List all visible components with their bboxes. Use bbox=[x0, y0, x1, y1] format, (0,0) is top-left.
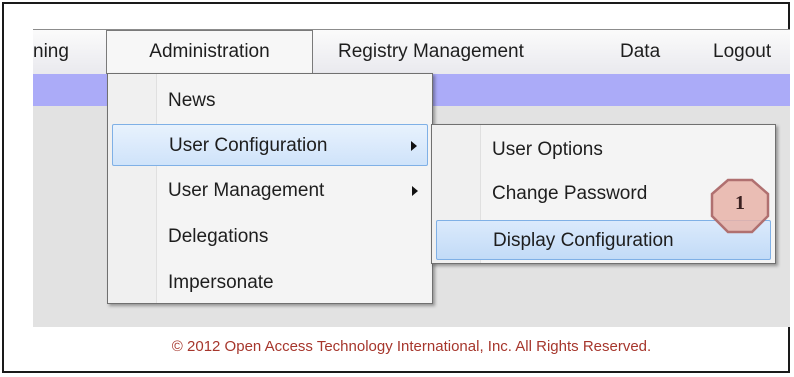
menu-item-logout[interactable]: Logout bbox=[713, 30, 771, 74]
step-callout-badge: 1 bbox=[710, 178, 770, 234]
copyright-footer: © 2012 Open Access Technology Internatio… bbox=[171, 338, 652, 355]
dropdown-item-impersonate[interactable]: Impersonate bbox=[112, 262, 428, 304]
menu-item-administration[interactable]: Administration bbox=[106, 30, 313, 74]
submenu-item-label: Display Configuration bbox=[493, 230, 674, 251]
menu-item-training[interactable]: ning bbox=[33, 30, 69, 74]
dropdown-item-label: Impersonate bbox=[168, 272, 274, 293]
menu-item-registry-management[interactable]: Registry Management bbox=[338, 30, 524, 74]
dropdown-item-label: Delegations bbox=[168, 226, 269, 247]
dropdown-item-label: News bbox=[168, 90, 216, 111]
submenu-arrow-icon bbox=[411, 141, 417, 151]
submenu-item-label: User Options bbox=[492, 139, 603, 160]
dropdown-item-user-configuration[interactable]: User Configuration bbox=[112, 124, 428, 166]
callout-number: 1 bbox=[735, 192, 745, 214]
submenu-item-user-options[interactable]: User Options bbox=[436, 130, 771, 170]
dropdown-item-delegations[interactable]: Delegations bbox=[112, 216, 428, 258]
submenu-arrow-icon bbox=[412, 186, 418, 196]
dropdown-item-label: User Management bbox=[168, 180, 325, 201]
submenu-item-label: Change Password bbox=[492, 183, 648, 204]
dropdown-item-user-management[interactable]: User Management bbox=[112, 170, 428, 212]
main-menubar: ning Administration Registry Management … bbox=[33, 29, 790, 75]
menu-item-data[interactable]: Data bbox=[620, 30, 660, 74]
dropdown-item-label: User Configuration bbox=[169, 135, 328, 156]
administration-dropdown: News User Configuration User Management … bbox=[107, 73, 433, 304]
dropdown-item-news[interactable]: News bbox=[112, 80, 428, 122]
